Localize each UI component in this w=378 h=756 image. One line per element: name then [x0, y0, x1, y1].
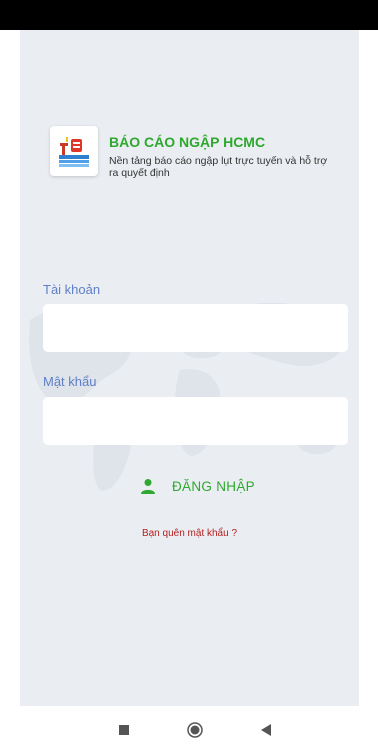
recent-apps-button[interactable] [112, 718, 136, 742]
navigation-bar [0, 706, 378, 756]
forgot-password-link[interactable]: Bạn quên mật khẩu ? [20, 528, 359, 539]
password-label: Mật khẩu [43, 374, 97, 389]
flood-report-logo-icon [50, 126, 98, 176]
app-title: BÁO CÁO NGẬP HCMC [109, 134, 266, 150]
triangle-back-icon [261, 724, 271, 736]
back-button[interactable] [254, 718, 278, 742]
app-subtitle: Nền tảng báo cáo ngập lụt trực tuyến và … [109, 155, 328, 179]
status-bar [0, 0, 378, 30]
person-icon [141, 479, 155, 494]
username-label: Tài khoản [43, 282, 101, 297]
circle-icon [187, 722, 203, 738]
home-button[interactable] [183, 718, 207, 742]
login-button[interactable]: ĐĂNG NHẬP [140, 470, 260, 502]
login-screen: BÁO CÁO NGẬP HCMC Nền tảng báo cáo ngập … [20, 30, 359, 706]
username-input[interactable] [43, 304, 348, 352]
square-icon [119, 725, 129, 735]
password-input[interactable] [43, 397, 348, 445]
login-button-label: ĐĂNG NHẬP [172, 478, 255, 494]
